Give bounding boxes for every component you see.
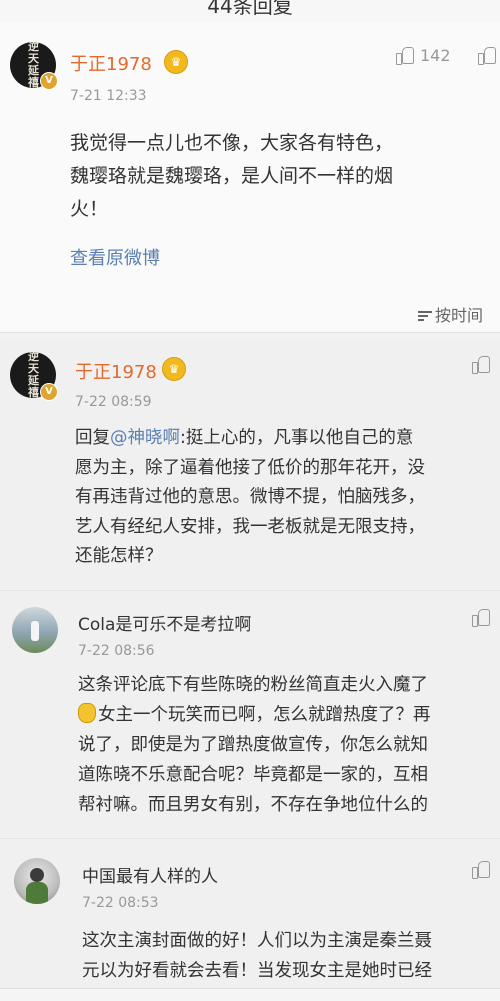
like-button[interactable]: 142 (396, 46, 451, 65)
sort-label: 按时间 (435, 306, 484, 325)
reply-line: 愿为主，除了逼着他接了低价的那年花开，没 (75, 457, 425, 478)
sort-by-time-button[interactable]: 按时间 (418, 302, 483, 326)
reply-text: :挺上心的，凡事以他自己的意 (180, 428, 414, 448)
main-comment: 逆天延禧 V 于正1978 ♛ 7-21 12:33 142 我觉得一点儿也不像… (0, 22, 500, 332)
header-bar: 44条回复 (0, 0, 500, 23)
timestamp: 7-21 12:33 (70, 88, 147, 104)
reply-line: 帮衬嘛。而且男女有别，不存在争地位什么的 (78, 795, 428, 815)
view-original-link[interactable]: 查看原微博 (70, 244, 160, 270)
reply-body: 这条评论底下有些陈晓的粉丝简直走火入魔了 女主一个玩笑而已啊，怎么就蹭热度了？再… (78, 670, 500, 820)
avatar[interactable] (12, 607, 58, 653)
reply-line: 这次主演封面做的好！人们以为主演是秦兰聂 (82, 931, 432, 951)
divider (0, 332, 500, 333)
reply-text: 女主一个玩笑而已啊，怎么就蹭热度了？再 (98, 705, 431, 725)
reply-body: 这次主演封面做的好！人们以为主演是秦兰聂 元以为好看就会去看！当发现女主是她时已… (82, 926, 500, 988)
like-button[interactable] (472, 355, 496, 374)
comment-body: 我觉得一点儿也不像，大家各有特色， 魏璎珞就是魏璎珞，是人间不一样的烟 火！ (70, 127, 495, 226)
thumbs-up-icon (478, 46, 496, 65)
reply-line: 还能怎样？ (75, 546, 163, 566)
sort-icon (418, 310, 432, 322)
thumbs-up-icon (472, 860, 490, 879)
emoji-icon (78, 703, 96, 723)
username[interactable]: 于正1978 (70, 50, 152, 76)
like-button-2[interactable] (478, 46, 500, 65)
thumbs-up-icon (472, 355, 490, 374)
thumbs-up-icon (472, 608, 490, 627)
divider (0, 838, 500, 839)
reply-line: 回复@神晓啊:挺上心的，凡事以他自己的意 (75, 424, 500, 454)
crown-icon: ♛ (162, 357, 186, 381)
verified-badge-icon: V (40, 383, 58, 401)
reply-line: 有再违背过他的意思。微博不提，怕脑残多， (75, 487, 425, 507)
reply-line: 道陈晓不乐意配合呢？毕竟都是一家的，互相 (78, 765, 428, 785)
reply-line: 女主一个玩笑而已啊，怎么就蹭热度了？再 (78, 700, 500, 730)
comment-line: 魏璎珞就是魏璎珞，是人间不一样的烟 (70, 165, 394, 187)
reply-line: 元以为好看就会去看！当发现女主是她时已经 (82, 961, 432, 981)
mention-link[interactable]: @神晓啊 (110, 428, 180, 448)
username[interactable]: Cola是可乐不是考拉啊 (78, 610, 251, 635)
like-button[interactable] (472, 860, 496, 879)
reply-line: 这条评论底下有些陈晓的粉丝简直走火入魔了 (78, 675, 428, 695)
timestamp: 7-22 08:59 (75, 394, 152, 410)
comment-line: 火！ (70, 198, 109, 220)
verified-badge-icon: V (40, 72, 58, 90)
reply-line: 说了，即使是为了蹭热度做宣传，你怎么就知 (78, 735, 428, 755)
divider (0, 590, 500, 591)
crown-icon: ♛ (164, 50, 188, 74)
like-button[interactable] (472, 608, 496, 627)
reply-line: 艺人有经纪人安排，我一老板就是无限支持， (75, 516, 425, 537)
username[interactable]: 中国最有人样的人 (82, 862, 218, 887)
reply-prefix: 回复 (75, 428, 110, 448)
username[interactable]: 于正1978 (75, 358, 157, 384)
avatar-head (30, 868, 44, 882)
like-count: 142 (420, 46, 451, 65)
page-title: 44条回复 (207, 0, 293, 18)
avatar-figure (31, 621, 39, 641)
thumbs-up-icon (396, 46, 414, 65)
timestamp: 7-22 08:53 (82, 895, 159, 911)
avatar-body (26, 882, 48, 904)
comment-line: 我觉得一点儿也不像，大家各有特色， (70, 132, 394, 154)
comment-input-bar[interactable] (0, 988, 500, 1001)
reply-body: 回复@神晓啊:挺上心的，凡事以他自己的意 愿为主，除了逼着他接了低价的那年花开，… (75, 424, 500, 572)
avatar[interactable] (14, 858, 60, 904)
timestamp: 7-22 08:56 (78, 643, 155, 659)
